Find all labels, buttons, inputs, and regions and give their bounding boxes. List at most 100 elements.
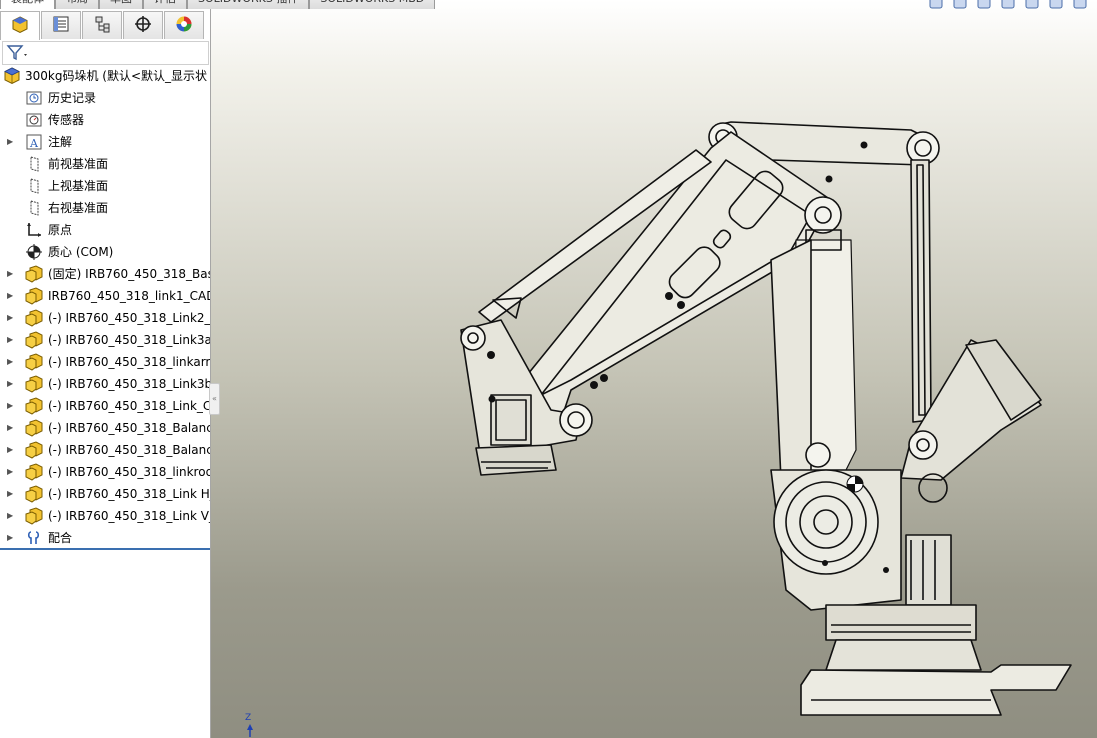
mates-icon xyxy=(25,529,43,547)
tree-item-label: (-) IRB760_450_318_Link H_( xyxy=(48,487,211,501)
command-manager-tabs: 装配体布局草图评估SOLIDWORKS 插件SOLIDWORKS MBD xyxy=(0,0,460,9)
tree-item[interactable]: ▶ (-) IRB760_450_318_Link3a_( xyxy=(0,329,210,351)
tree-item-label: 历史记录 xyxy=(48,91,97,105)
tree-item[interactable]: ▶ (-) IRB760_450_318_Link H_( xyxy=(0,483,210,505)
tree-item[interactable]: 上视基准面 xyxy=(0,175,210,197)
tree-item[interactable]: 质心 (COM) xyxy=(0,241,210,263)
expand-arrow-icon[interactable]: ▶ xyxy=(7,269,15,279)
tree-item[interactable]: ▶ (-) IRB760_450_318_Link_CA xyxy=(0,395,210,417)
tree-item-label: IRB760_450_318_link1_CAD_ xyxy=(48,289,211,303)
tree-item-label: 质心 (COM) xyxy=(48,245,114,259)
assembly-cube-icon xyxy=(11,15,29,37)
annotation-icon: A xyxy=(25,133,43,151)
part-icon xyxy=(25,353,43,371)
tree-item-label: (-) IRB760_450_318_Balance xyxy=(48,421,211,435)
expand-arrow-icon[interactable]: ▶ xyxy=(7,313,15,323)
history-icon xyxy=(25,89,43,107)
panel-tab-strip xyxy=(0,11,210,40)
origin-icon xyxy=(25,221,43,239)
expand-arrow-icon[interactable]: ▶ xyxy=(7,401,15,411)
graphics-area[interactable]: Z xyxy=(211,0,1097,738)
command-tab[interactable]: 布局 xyxy=(55,0,99,9)
part-icon xyxy=(25,265,43,283)
part-icon xyxy=(25,309,43,327)
panel-collapse-grip[interactable]: « xyxy=(209,383,220,415)
triad-arrow-icon xyxy=(247,724,253,737)
command-tab[interactable]: 评估 xyxy=(143,0,187,9)
configurationmanager-tab[interactable] xyxy=(82,11,122,39)
tree-item-label: (-) IRB760_450_318_linkarm_ xyxy=(48,355,211,369)
tree-item[interactable]: ▶ (-) IRB760_450_318_Balance xyxy=(0,439,210,461)
reference-triad: Z xyxy=(245,713,255,738)
tree-item-label: 前视基准面 xyxy=(48,157,109,171)
robot-model-drawing[interactable] xyxy=(211,0,1097,738)
part-icon xyxy=(25,331,43,349)
tree-item[interactable]: 前视基准面 xyxy=(0,153,210,175)
expand-arrow-icon[interactable]: ▶ xyxy=(7,489,15,499)
tree-item[interactable]: 传感器 xyxy=(0,109,210,131)
display-manager-tab[interactable] xyxy=(164,11,204,39)
command-tab[interactable]: 装配体 xyxy=(0,0,55,9)
tree-item[interactable]: 历史记录 xyxy=(0,87,210,109)
tree-root[interactable]: 300kg码垛机 (默认<默认_显示状 xyxy=(0,65,210,87)
center-of-mass-icon xyxy=(25,243,43,261)
triad-z-label: Z xyxy=(245,713,252,723)
part-icon xyxy=(25,507,43,525)
command-tab[interactable]: SOLIDWORKS MBD xyxy=(309,0,436,9)
tree-item[interactable]: ▶ (-) IRB760_450_318_Link3b_( xyxy=(0,373,210,395)
expand-arrow-icon[interactable]: ▶ xyxy=(7,533,15,543)
sensor-icon xyxy=(25,111,43,129)
tree-item[interactable]: ▶ 配合 xyxy=(0,527,210,549)
tree-item[interactable]: ▶ (固定) IRB760_450_318_Base xyxy=(0,263,210,285)
tree-item[interactable]: ▶ (-) IRB760_450_318_Link2_CA xyxy=(0,307,210,329)
tree-item-label: (-) IRB760_450_318_Balance xyxy=(48,443,211,457)
plane-icon xyxy=(25,155,43,173)
tree-item[interactable]: 右视基准面 xyxy=(0,197,210,219)
tree-item[interactable]: ▶ A 注解 xyxy=(0,131,210,153)
expand-arrow-icon[interactable]: ▶ xyxy=(7,137,15,147)
tree-item[interactable]: ▶ (-) IRB760_450_318_linkrod_ xyxy=(0,461,210,483)
tree-item-label: (-) IRB760_450_318_linkrod_ xyxy=(48,465,211,479)
tree-item-label: 注解 xyxy=(48,135,73,149)
tree-item[interactable]: ▶ (-) IRB760_450_318_Balance xyxy=(0,417,210,439)
part-icon xyxy=(25,375,43,393)
expand-arrow-icon[interactable]: ▶ xyxy=(7,423,15,433)
tree-item[interactable]: 原点 xyxy=(0,219,210,241)
color-wheel-icon xyxy=(175,15,193,36)
tree-item[interactable]: ▶ (-) IRB760_450_318_Link V_( xyxy=(0,505,210,527)
expand-arrow-icon[interactable]: ▶ xyxy=(7,467,15,477)
expand-arrow-icon[interactable]: ▶ xyxy=(7,335,15,345)
part-icon xyxy=(25,441,43,459)
expand-arrow-icon[interactable]: ▶ xyxy=(7,445,15,455)
command-tab[interactable]: SOLIDWORKS 插件 xyxy=(187,0,310,9)
plane-icon xyxy=(25,199,43,217)
filter-icon[interactable] xyxy=(6,44,30,62)
tree-item-label: (-) IRB760_450_318_Link3a_( xyxy=(48,333,211,347)
propertymanager-tab[interactable] xyxy=(41,11,81,39)
tree-item-label: (-) IRB760_450_318_Link V_( xyxy=(48,509,211,523)
expand-arrow-icon[interactable]: ▶ xyxy=(7,511,15,521)
tree-item-label: (-) IRB760_450_318_Link3b_( xyxy=(48,377,211,391)
feature-tree: 300kg码垛机 (默认<默认_显示状 历史记录传感器 ▶ A 注解前视基准面上视基准… xyxy=(0,65,210,549)
tree-item-label: 原点 xyxy=(48,223,73,237)
part-icon xyxy=(25,419,43,437)
feature-manager-panel: 300kg码垛机 (默认<默认_显示状 历史记录传感器 ▶ A 注解前视基准面上视基准… xyxy=(0,9,211,738)
part-icon xyxy=(25,463,43,481)
command-tab[interactable]: 草图 xyxy=(99,0,143,9)
configuration-icon xyxy=(93,15,111,36)
part-icon xyxy=(25,485,43,503)
expand-arrow-icon[interactable]: ▶ xyxy=(7,291,15,301)
property-list-icon xyxy=(52,15,70,36)
crosshair-icon xyxy=(134,15,152,36)
plane-icon xyxy=(25,177,43,195)
part-icon xyxy=(25,397,43,415)
expand-arrow-icon[interactable]: ▶ xyxy=(7,357,15,367)
tree-filter-bar[interactable] xyxy=(2,41,209,65)
tree-item-label: (-) IRB760_450_318_Link2_CA xyxy=(48,311,211,325)
featuremanager-tab[interactable] xyxy=(0,11,40,40)
expand-arrow-icon[interactable]: ▶ xyxy=(7,379,15,389)
dimxpert-tab[interactable] xyxy=(123,11,163,39)
tree-item[interactable]: ▶ (-) IRB760_450_318_linkarm_ xyxy=(0,351,210,373)
svg-text:A: A xyxy=(29,137,39,150)
tree-item[interactable]: ▶ IRB760_450_318_link1_CAD_ xyxy=(0,285,210,307)
